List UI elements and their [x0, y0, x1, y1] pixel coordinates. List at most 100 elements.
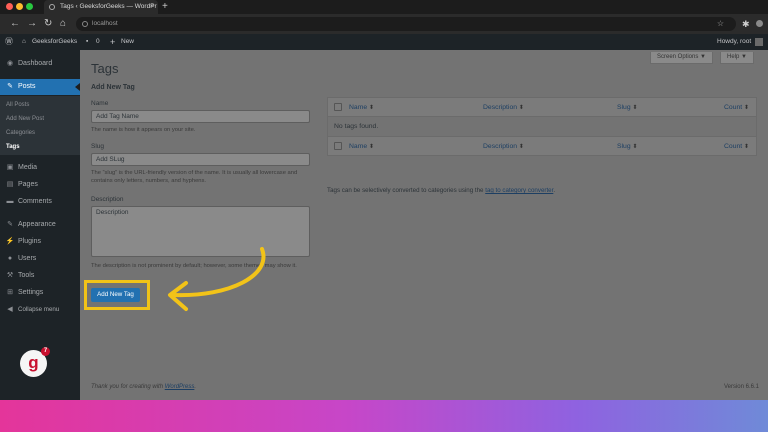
tag-converter-link[interactable]: tag to category converter: [485, 187, 553, 194]
sidebar-item-label: Dashboard: [18, 60, 53, 67]
sidebar-item-label: Plugins: [18, 238, 41, 245]
home-icon[interactable]: ⌂: [60, 17, 66, 31]
sidebar-item-label: Users: [18, 255, 37, 262]
submenu-categories[interactable]: Categories: [0, 127, 80, 140]
browser-tab-bar: Tags ‹ GeeksforGeeks — WordPr × +: [0, 0, 768, 14]
site-home-icon: ⌂: [22, 38, 26, 45]
sidebar-item-posts[interactable]: ✎ Posts: [0, 79, 80, 95]
forward-icon[interactable]: →: [27, 17, 37, 31]
address-bar[interactable]: localhost ☆: [76, 17, 736, 31]
description-label: Description: [91, 196, 124, 203]
column-slug[interactable]: Slug ⬍: [617, 98, 638, 118]
tab-close-icon[interactable]: ×: [150, 0, 154, 14]
media-icon: ▣: [6, 164, 14, 171]
reload-icon[interactable]: ↻: [44, 17, 52, 31]
table-footer-row: Name ⬍ Description ⬍ Slug ⬍ Count ⬍: [328, 136, 756, 155]
name-label: Name: [91, 100, 109, 107]
logo-badge: 7: [41, 347, 50, 356]
slug-help-text: The “slug” is the URL-friendly version o…: [91, 170, 298, 184]
tab-title: Tags ‹ GeeksforGeeks — WordPr: [60, 3, 157, 10]
wordpress-link[interactable]: WordPress: [165, 384, 195, 390]
pages-icon: ▤: [6, 181, 14, 188]
column-count[interactable]: Count ⬍: [724, 98, 749, 118]
sidebar-item-pages[interactable]: ▤ Pages: [0, 177, 80, 193]
sort-icon: ⬍: [632, 144, 638, 150]
wordpress-logo-icon[interactable]: Ⓦ: [5, 34, 13, 50]
sort-icon: ⬍: [744, 105, 750, 111]
admin-bar-site-name[interactable]: GeeksforGeeks: [32, 34, 77, 50]
profile-avatar[interactable]: [756, 20, 763, 27]
sidebar-item-plugins[interactable]: ⚡ Plugins: [0, 234, 80, 250]
main-content: Tags Screen Options ▼ Help ▼ Add New Tag…: [80, 50, 768, 400]
maximize-window-button[interactable]: [26, 3, 33, 10]
howdy-user[interactable]: Howdy, root: [717, 34, 751, 50]
user-avatar[interactable]: [755, 38, 763, 46]
table-empty-row: No tags found.: [328, 117, 756, 136]
page-title: Tags: [91, 61, 119, 76]
admin-sidebar: ◉ Dashboard ✎ Posts All Posts Add New Po…: [0, 50, 80, 400]
column-name-footer[interactable]: Name ⬍: [349, 137, 374, 157]
settings-icon: ⊞: [7, 289, 13, 296]
comments-icon: ▬: [6, 198, 14, 205]
sidebar-item-settings[interactable]: ⊞ Settings: [0, 285, 80, 301]
name-help-text: The name is how it appears on your site.: [91, 127, 196, 133]
table-header-row: Name ⬍ Description ⬍ Slug ⬍ Count ⬍: [328, 98, 756, 117]
submenu-all-posts[interactable]: All Posts: [0, 99, 80, 112]
close-window-button[interactable]: [6, 3, 13, 10]
new-tab-button[interactable]: +: [162, 0, 168, 13]
users-icon: ●: [7, 255, 13, 262]
appearance-icon: ✎: [7, 221, 13, 228]
admin-bar-new[interactable]: New: [121, 34, 134, 50]
column-name[interactable]: Name ⬍: [349, 98, 374, 118]
plus-icon[interactable]: +: [110, 34, 115, 50]
footer-version: Version 6.6.1: [723, 384, 759, 390]
pin-icon: ✎: [7, 83, 13, 90]
sidebar-item-media[interactable]: ▣ Media: [0, 160, 80, 176]
column-description-footer[interactable]: Description ⬍: [483, 137, 524, 157]
sidebar-item-label: Posts: [18, 83, 36, 90]
sidebar-item-appearance[interactable]: ✎ Appearance: [0, 217, 80, 233]
sidebar-item-users[interactable]: ● Users: [0, 251, 80, 267]
submenu-add-new-post[interactable]: Add New Post: [0, 113, 80, 126]
sort-icon: ⬍: [632, 105, 638, 111]
sidebar-item-label: Pages: [18, 181, 38, 188]
column-description[interactable]: Description ⬍: [483, 98, 524, 118]
column-count-footer[interactable]: Count ⬍: [724, 137, 749, 157]
tag-name-input[interactable]: Add Tag Name: [91, 110, 310, 123]
comment-icon[interactable]: ▪: [86, 34, 88, 50]
back-icon[interactable]: ←: [10, 17, 20, 31]
logo-letter: g: [28, 353, 39, 372]
posts-submenu: All Posts Add New Post Categories Tags: [0, 96, 80, 155]
decorative-gradient-band: [0, 400, 768, 432]
sidebar-item-comments[interactable]: ▬ Comments: [0, 194, 80, 210]
browser-tab[interactable]: Tags ‹ GeeksforGeeks — WordPr ×: [44, 0, 158, 14]
sidebar-item-tools[interactable]: ⚒ Tools: [0, 268, 80, 284]
footer-thanks: Thank you for creating with WordPress.: [91, 384, 197, 390]
sidebar-item-label: Comments: [18, 198, 52, 205]
sort-icon: ⬍: [744, 144, 750, 150]
help-button[interactable]: Help ▼: [720, 52, 754, 64]
submenu-tags[interactable]: Tags: [0, 141, 80, 154]
comments-count[interactable]: 0: [96, 34, 100, 50]
converter-tip: Tags can be selectively converted to cat…: [327, 187, 556, 194]
url-text: localhost: [92, 20, 118, 27]
select-all-checkbox-bottom[interactable]: [334, 142, 342, 150]
sidebar-item-dashboard[interactable]: ◉ Dashboard: [0, 56, 80, 72]
sort-icon: ⬍: [518, 144, 524, 150]
sidebar-item-label: Tools: [18, 272, 35, 279]
extensions-icon[interactable]: ✱: [742, 17, 750, 31]
geeksforgeeks-logo: g 7: [20, 347, 50, 377]
minimize-window-button[interactable]: [16, 3, 23, 10]
dashboard-icon: ◉: [6, 60, 14, 67]
sidebar-item-label: Collapse menu: [18, 306, 60, 313]
wordpress-favicon-icon: [49, 4, 55, 10]
sidebar-item-collapse-menu[interactable]: ◀ Collapse menu: [0, 302, 80, 318]
bookmark-star-icon[interactable]: ☆: [717, 17, 724, 31]
select-all-checkbox[interactable]: [334, 103, 342, 111]
add-new-tag-button[interactable]: Add New Tag: [91, 288, 140, 302]
screen-options-button[interactable]: Screen Options ▼: [650, 52, 713, 64]
pointer-arrow-icon: [168, 247, 266, 311]
tag-slug-input[interactable]: Add SLug: [91, 153, 310, 166]
site-info-icon[interactable]: [82, 21, 88, 27]
column-slug-footer[interactable]: Slug ⬍: [617, 137, 638, 157]
